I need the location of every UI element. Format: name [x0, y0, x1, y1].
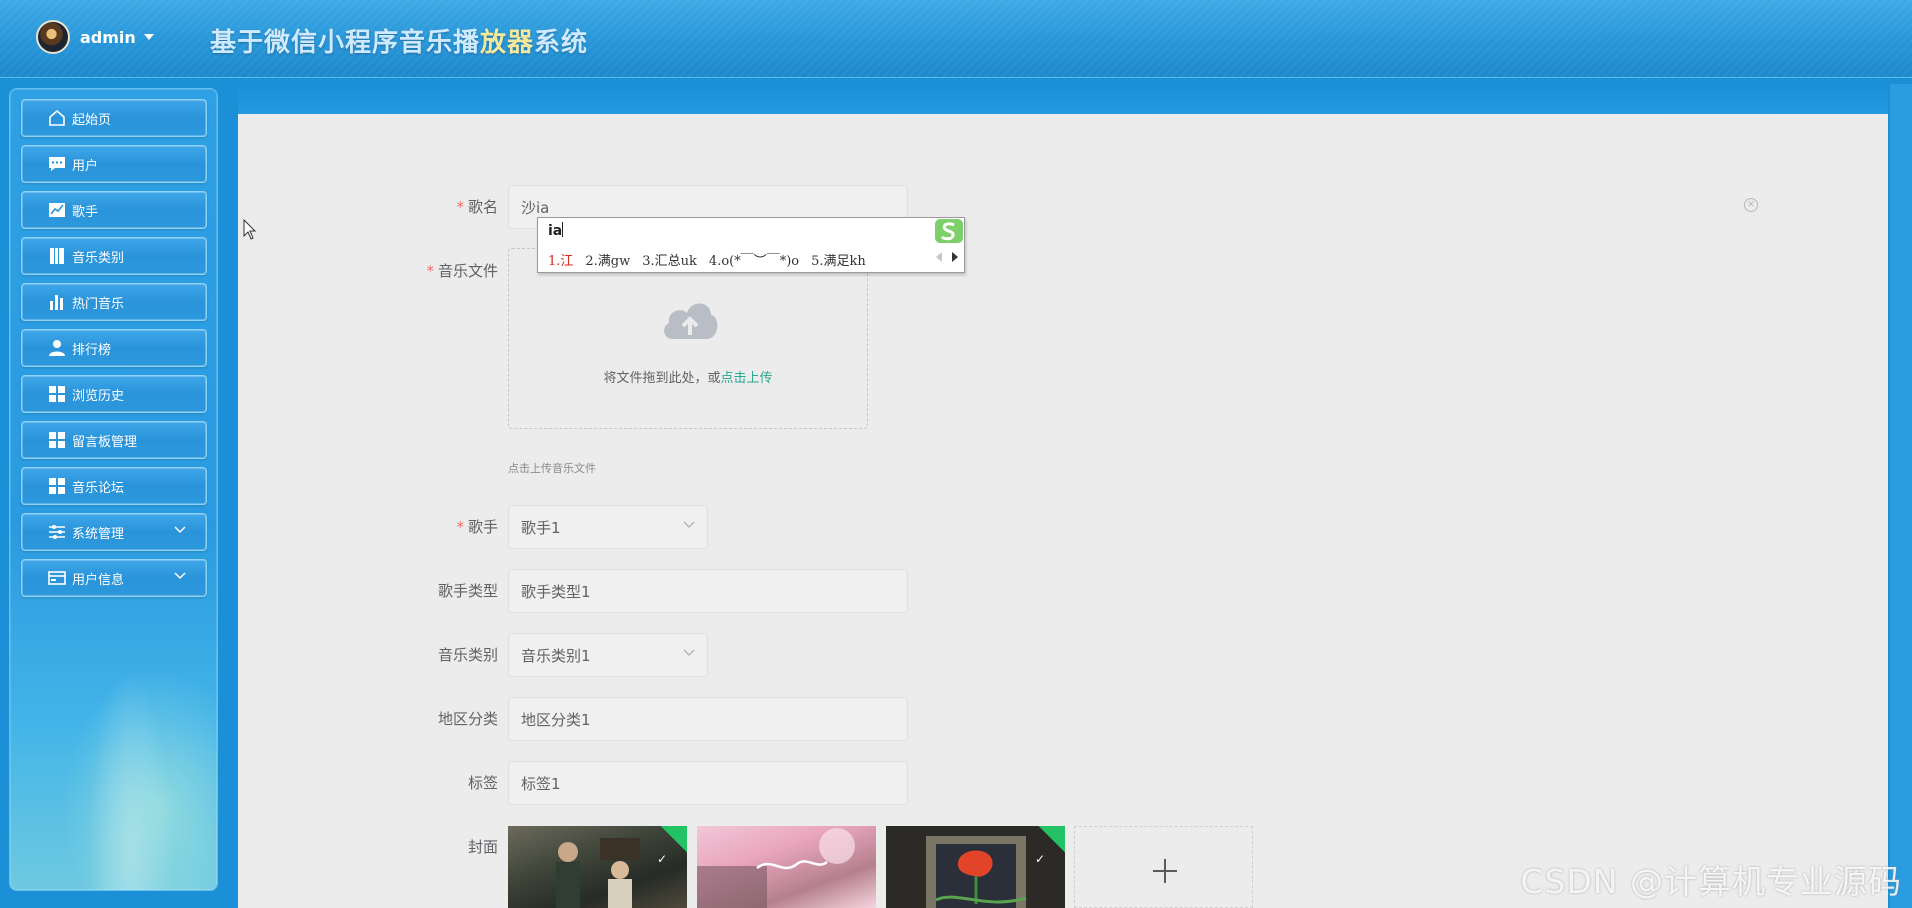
sidebar-item-users[interactable]: 用户: [21, 145, 207, 183]
check-icon: ✓: [1034, 852, 1045, 866]
app-title-highlight: 放器: [480, 28, 535, 58]
tags-label: 标签: [467, 774, 498, 792]
sidebar-item-hot-music[interactable]: 热门音乐: [21, 283, 207, 321]
ime-logo-icon: [935, 219, 963, 243]
singer-label: * 歌手: [456, 518, 498, 536]
sidebar-item-label: 排行榜: [72, 342, 112, 358]
music-category-select[interactable]: 音乐类别1: [508, 633, 708, 677]
upload-dropzone[interactable]: 将文件拖到此处，或点击上传: [508, 248, 868, 429]
sidebar-item-label: 用户信息: [72, 572, 125, 588]
region-label: 地区分类: [437, 710, 498, 728]
ime-composition: ia: [548, 223, 563, 239]
sidebar-item-music-forum[interactable]: 音乐论坛: [21, 467, 207, 505]
singer-type-input[interactable]: 歌手类型1: [508, 569, 908, 613]
cover-image-blossom: [697, 828, 855, 908]
top-header: admin 基于微信小程序音乐播放器系统: [0, 0, 1912, 78]
home-icon: [46, 107, 68, 129]
chevron-down-icon: [683, 649, 695, 656]
region-input[interactable]: 地区分类1: [508, 697, 908, 741]
app-title-main: 基于微信小程序音乐播: [210, 28, 481, 58]
bar-chart-icon: [46, 291, 68, 313]
music-file-label: * 音乐文件: [426, 262, 498, 280]
singer-type-label: 歌手类型: [437, 582, 498, 600]
required-mark: *: [456, 198, 464, 216]
book-icon: [46, 245, 68, 267]
person-icon: [46, 337, 68, 359]
chevron-down-icon: [174, 526, 186, 534]
card-icon: [46, 567, 68, 589]
sidebar-item-label: 起始页: [72, 112, 112, 128]
sidebar-item-ranking[interactable]: 排行榜: [21, 329, 207, 367]
user-menu[interactable]: admin: [36, 20, 154, 54]
sidebar-item-singers[interactable]: 歌手: [21, 191, 207, 229]
username[interactable]: admin: [80, 28, 136, 47]
sidebar-item-user-info[interactable]: 用户信息: [21, 559, 207, 597]
watermark: CSDN @计算机专业源码: [1520, 862, 1902, 901]
breadcrumb-bar: [238, 84, 1888, 114]
sidebar-item-label: 用户: [72, 158, 99, 174]
upload-tip: 点击上传音乐文件: [508, 462, 596, 475]
sidebar-item-history[interactable]: 浏览历史: [21, 375, 207, 413]
upload-link[interactable]: 点击上传: [721, 371, 773, 386]
sidebar-item-message-board[interactable]: 留言板管理: [21, 421, 207, 459]
sidebar-item-label: 歌手: [72, 204, 99, 220]
text-cursor: [562, 222, 564, 237]
sidebar-item-label: 音乐论坛: [72, 480, 125, 496]
upload-hint: 将文件拖到此处，或点击上传: [603, 371, 773, 386]
sidebar-item-system-management[interactable]: 系统管理: [21, 513, 207, 551]
cloud-upload-icon: [664, 303, 718, 339]
cover-label: 封面: [467, 838, 498, 856]
sidebar-item-home[interactable]: 起始页: [21, 99, 207, 137]
required-mark: *: [456, 518, 464, 536]
sidebar-item-label: 浏览历史: [72, 388, 125, 404]
mouse-pointer-icon: [243, 219, 257, 240]
sidebar-item-label: 系统管理: [72, 526, 125, 542]
ime-candidate[interactable]: 4.o(*￣︶￣*)o: [709, 250, 799, 269]
clear-icon[interactable]: ✕: [1744, 198, 1758, 212]
cover-thumbnail[interactable]: ✓: [508, 826, 687, 908]
app-title: 基于微信小程序音乐播放器系统: [210, 22, 588, 59]
check-icon: ✓: [656, 852, 667, 866]
scrollbar-track[interactable]: [1890, 84, 1912, 908]
ime-candidate-popup[interactable]: ia 1.江 2.满gw 3.汇总uk 4.o(*￣︶￣*)o 5.满足kh: [537, 217, 965, 273]
singer-select[interactable]: 歌手1: [508, 505, 708, 549]
grid-icon: [46, 383, 68, 405]
caret-down-icon[interactable]: [143, 34, 154, 40]
music-category-label: 音乐类别: [437, 646, 498, 664]
app-title-tail: 系统: [534, 28, 589, 58]
cover-thumbnail[interactable]: [697, 826, 876, 908]
form-panel: * 歌名 沙ia * 音乐文件 * 歌手 歌手1 歌手类型 歌手类型1 音乐类别 音乐…: [238, 114, 1888, 908]
sidebar-item-label: 留言板管理: [72, 434, 138, 450]
chevron-down-icon: [683, 521, 695, 528]
ime-candidate-list: 1.江 2.满gw 3.汇总uk 4.o(*￣︶￣*)o 5.满足kh: [548, 250, 866, 269]
grid-icon: [46, 475, 68, 497]
chat-icon: [46, 153, 68, 175]
add-cover-button[interactable]: [1074, 826, 1253, 908]
avatar[interactable]: [36, 20, 70, 54]
ime-candidate[interactable]: 3.汇总uk: [642, 250, 697, 269]
cover-image-rose: [926, 836, 1027, 908]
grid-icon: [46, 429, 68, 451]
cover-thumbnail[interactable]: ✓: [886, 826, 1065, 908]
sidebar-item-music-category[interactable]: 音乐类别: [21, 237, 207, 275]
sliders-icon: [46, 521, 68, 543]
ime-candidate[interactable]: 2.满gw: [585, 250, 630, 269]
ime-candidate[interactable]: 5.满足kh: [811, 250, 866, 269]
ime-prev-page-icon[interactable]: [936, 252, 942, 262]
sidebar-item-label: 热门音乐: [72, 296, 125, 312]
required-mark: *: [426, 262, 434, 280]
sidebar: 起始页 用户 歌手 音乐类别 热门音乐 排行榜 浏览历史 留言板管理 音乐论坛 …: [9, 88, 218, 891]
ime-candidate[interactable]: 1.江: [548, 250, 573, 269]
song-name-label: * 歌名: [456, 198, 498, 216]
tags-input[interactable]: 标签1: [508, 761, 908, 805]
cover-image-people: [556, 838, 640, 908]
chevron-down-icon: [174, 572, 186, 580]
sidebar-item-label: 音乐类别: [72, 250, 125, 266]
ime-next-page-icon[interactable]: [952, 252, 958, 262]
chart-line-icon: [46, 199, 68, 221]
plus-icon: [1153, 859, 1177, 883]
